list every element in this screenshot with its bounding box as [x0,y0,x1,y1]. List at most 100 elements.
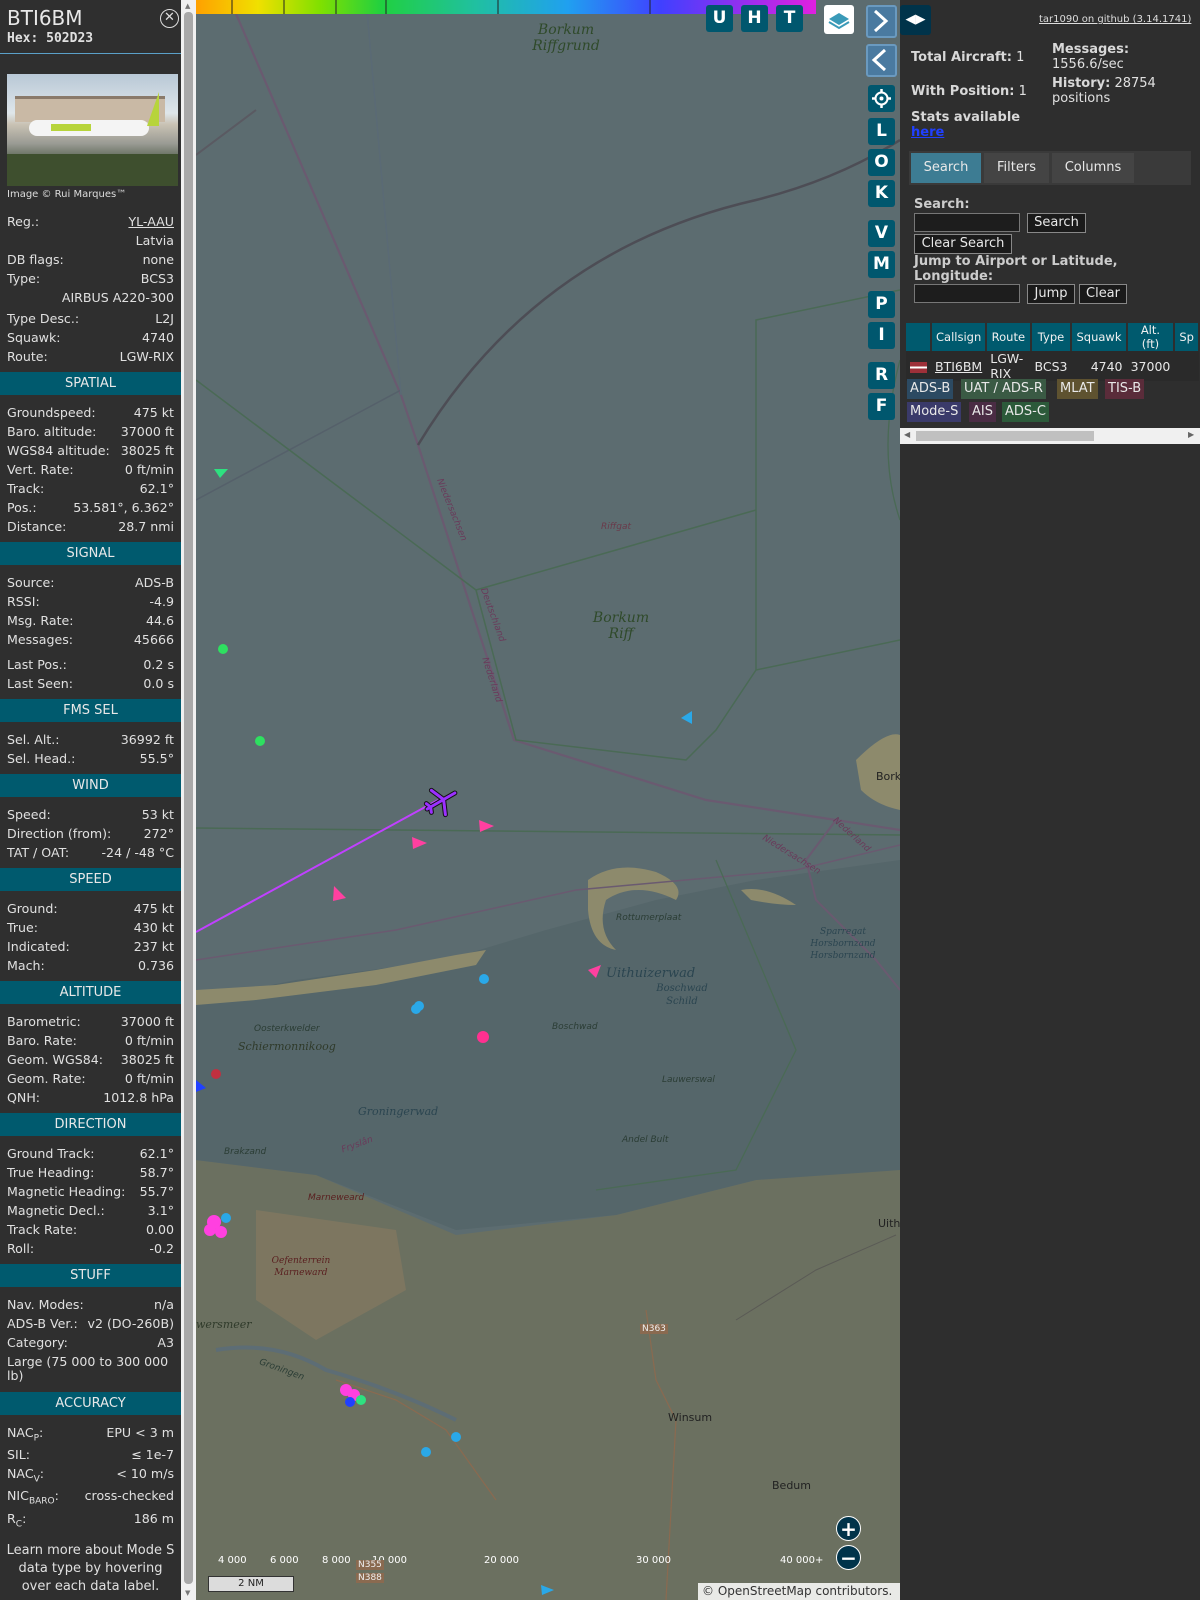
stuff-list: Nav. Modes: n/a ADS-B Ver.: v2 (DO-260B) Cat… [0,1295,181,1352]
jump-button[interactable]: Jump [1027,284,1075,304]
toggle-m-button[interactable]: M [868,251,895,278]
zoom-out-button[interactable]: − [836,1545,861,1570]
toggle-v-button[interactable]: V [868,220,895,247]
nacp-label: NACP: [7,1425,44,1444]
map-label-uithuizerwad: Uithuizerwad [606,966,696,981]
map-label-schiermonnikoog: Schiermonnikoog [238,1040,336,1053]
info-row-label: Roll: [7,1241,35,1256]
scroll-left-icon[interactable]: ◀ [904,430,910,439]
col-header-callsign[interactable]: Callsign [931,323,988,351]
scroll-down-icon[interactable]: ▼ [185,1589,190,1597]
sil-value: ≤ 1e-7 [131,1447,174,1462]
col-header-type[interactable]: Type [1030,323,1073,351]
legend-uat-adsr: UAT / ADS-R [961,379,1046,399]
info-row: Pos.: 53.581°, 6.362° [0,498,181,517]
tab-filters[interactable]: Filters [984,153,1049,183]
map-label-marneweard: Marneweard [308,1193,365,1203]
row-callsign[interactable]: BTI6BM [931,351,987,381]
toggle-p-button[interactable]: P [868,291,895,318]
clear-search-button[interactable]: Clear Search [914,234,1012,254]
jump-input[interactable] [914,284,1020,303]
search-input[interactable] [914,213,1020,232]
scrollbar-thumb[interactable] [184,12,193,1584]
info-row: Last Pos.: 0.2 s [0,655,181,674]
map-label-rottumerplaat: Rottumerplaat [616,913,682,923]
clear-button[interactable]: Clear [1079,284,1127,304]
stats-here-link[interactable]: here [911,125,944,140]
toggle-o-button[interactable]: O [868,149,895,176]
chevron-left-icon [871,48,887,72]
hscroll-thumb[interactable] [916,431,1094,441]
col-header-squawk[interactable]: Squawk [1071,323,1128,351]
hide-sidebar-button[interactable] [866,44,897,77]
selected-hex: Hex: 502D23 [7,31,94,46]
nacv-label: NACV: [7,1466,45,1485]
table-horizontal-scrollbar[interactable]: ◀ ▶ [900,428,1200,444]
col-header-route[interactable]: Route [986,323,1032,351]
toggle-l-button[interactable]: L [868,118,895,145]
close-icon[interactable]: ✕ [160,9,179,28]
search-button[interactable]: Search [1027,213,1086,233]
info-row: Track Rate: 0.00 [0,1220,181,1239]
info-row-label: Geom. Rate: [7,1071,86,1086]
toggle-k-button[interactable]: K [868,180,895,207]
registration-link[interactable]: YL-AAU [128,212,174,231]
info-row: Distance: 28.7 nmi [0,517,181,536]
position-dot [451,1432,461,1442]
toggle-u-button[interactable]: U [706,5,733,32]
info-row-value: -24 / -48 °C [101,845,174,860]
aircraft-info-panel: BTI6BM Hex: 502D23 ✕ Image © Rui Marques… [0,0,185,1600]
info-row-value: 62.1° [139,1146,174,1161]
fms-list: Sel. Alt.: 36992 ft Sel. Head.: 55.5° [0,730,181,768]
tab-columns[interactable]: Columns [1052,153,1134,183]
section-direction: DIRECTION [0,1113,181,1136]
toggle-h-button[interactable]: H [741,5,768,32]
map-label-boschwad: Boschwad [552,1022,598,1032]
total-aircraft-value: 1 [1016,50,1025,65]
toggle-i-button[interactable]: I [868,322,895,349]
col-header-speed[interactable]: Sp [1174,323,1200,351]
expand-sidebar-button[interactable]: ◀▶ [900,5,931,35]
info-row: Messages: 45666 [0,630,181,649]
row-speed [1174,351,1199,381]
show-sidebar-button[interactable] [866,5,897,38]
tab-search[interactable]: Search [911,153,981,183]
layers-button[interactable] [824,5,854,34]
with-position-label: With Position: [911,84,1015,99]
country-value: Latvia [135,233,174,248]
map-view[interactable]: 4 000 6 000 8 000 10 000 20 000 30 000 4… [196,0,900,1600]
info-row: Geom. WGS84: 38025 ft [0,1050,181,1069]
zoom-in-button[interactable]: + [836,1516,861,1541]
info-header: BTI6BM Hex: 502D23 ✕ [0,0,181,54]
row-squawk: 4740 [1071,351,1127,381]
dbflags-label: DB flags: [7,252,64,267]
row-route: LGW-RIX [986,351,1031,381]
squawk-value: 4740 [141,330,174,345]
col-header-altitude[interactable]: Alt. (ft) [1126,323,1176,351]
info-row-label: Ground: [7,901,58,916]
selected-callsign: BTI6BM [7,6,83,30]
toggle-r-button[interactable]: R [868,362,895,389]
rc-label: RC: [7,1511,27,1530]
info-row-value: 3.1° [147,1203,174,1218]
scroll-right-icon[interactable]: ▶ [1188,430,1194,439]
col-header-flag[interactable] [906,323,932,351]
github-link[interactable]: tar1090 on github (3.14.1741) [1039,14,1191,25]
info-row: Ground: 475 kt [0,899,181,918]
toggle-t-button[interactable]: T [776,5,803,32]
position-dot [211,1069,221,1079]
info-row-value: 475 kt [133,405,174,420]
scroll-up-icon[interactable]: ▲ [185,2,190,10]
squawk-label: Squawk: [7,330,61,345]
map-label-borkum-town: Bork [876,770,900,783]
aircraft-photo[interactable] [7,74,178,186]
position-dot [218,644,228,654]
map-label-winsum: Winsum [668,1411,713,1424]
info-row-value: 237 kt [133,939,174,954]
stats-label: Stats available [911,110,1021,125]
info-panel-scrollbar[interactable]: ▲ ▼ [181,0,196,1600]
map-attribution[interactable]: © OpenStreetMap contributors. [698,1583,900,1600]
table-row[interactable]: BTI6BM LGW-RIX BCS3 4740 37000 [906,351,1199,381]
settings-button[interactable] [868,85,895,112]
toggle-f-button[interactable]: F [868,393,895,420]
